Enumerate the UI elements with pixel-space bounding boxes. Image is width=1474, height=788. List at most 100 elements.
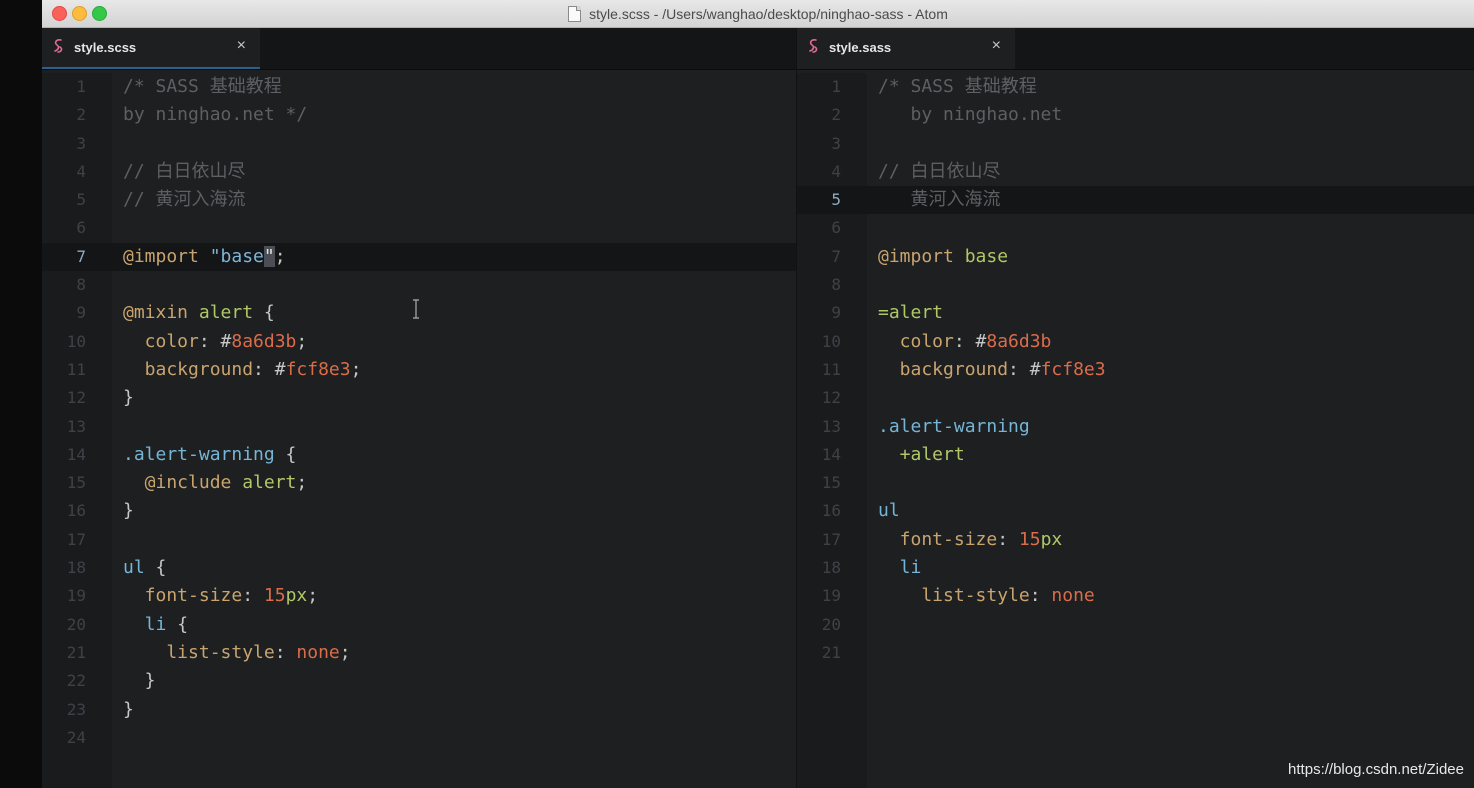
line-number: 7 [831, 246, 841, 266]
tab-style-scss[interactable]: style.scss × [42, 28, 260, 69]
string-token: "base [198, 245, 264, 267]
at-rule: @mixin [123, 302, 189, 324]
line-number: 8 [831, 275, 841, 295]
property-value: 8a6d3b [231, 330, 297, 352]
tab-bar-left: style.scss × [42, 28, 796, 70]
punctuation: : # [198, 330, 232, 352]
comment-text: /* SASS 基础教程 [878, 76, 1037, 97]
line-number: 10 [821, 331, 841, 351]
code-line: // 白日依山尽 [112, 158, 796, 186]
punctuation: : [274, 641, 297, 663]
code-line: list-style: none [867, 582, 1474, 610]
line-number: 13 [66, 416, 86, 436]
property-name: font-size [123, 585, 243, 607]
close-tab-icon[interactable]: × [992, 37, 1001, 55]
code-line: @include alert; [112, 469, 796, 497]
line-number: 15 [821, 473, 841, 493]
code-line: background: #fcf8e3 [867, 356, 1474, 384]
code-line: font-size: 15px; [112, 582, 796, 610]
code-line: list-style: none; [112, 639, 796, 667]
comment-text: 黄河入海流 [878, 189, 1001, 211]
tab-style-sass[interactable]: style.sass × [797, 28, 1015, 69]
punctuation: } [123, 670, 156, 692]
comment-text: /* SASS 基础教程 [123, 76, 282, 97]
line-number: 14 [66, 444, 86, 464]
property-value: fcf8e3 [285, 358, 351, 380]
text-cursor-ibeam-icon [413, 299, 419, 319]
property-value: none [1051, 585, 1095, 607]
punctuation: ; [350, 358, 362, 380]
at-rule: @import [123, 245, 199, 267]
line-number: 18 [821, 558, 841, 578]
comment-text: by ninghao.net */ [123, 104, 308, 126]
code-line: /* SASS 基础教程 [112, 73, 796, 101]
code-line: +alert [867, 441, 1474, 469]
line-number: 2 [831, 105, 841, 125]
window-title-wrap: style.scss - /Users/wanghao/desktop/ning… [42, 0, 1474, 27]
mixin-definition: =alert [878, 302, 944, 324]
code-line-current: @import "base"; [112, 242, 796, 272]
tag-selector: li [878, 557, 922, 579]
punctuation: : # [1008, 358, 1041, 380]
comment-text: // 黄河入海流 [123, 189, 246, 211]
line-number: 8 [76, 275, 86, 295]
line-number-gutter-right: 1 2 3 4 5 6 7 8 9 10 11 12 13 14 15 16 17 18 19 20 21 [797, 73, 867, 788]
line-number: 14 [821, 444, 841, 464]
code-line-current: 黄河入海流 [867, 186, 1474, 215]
code-line: by ninghao.net [867, 101, 1474, 129]
code-line: font-size: 15px [867, 526, 1474, 554]
property-name: list-style [123, 641, 275, 663]
code-line: } [112, 497, 796, 525]
line-number: 20 [66, 614, 86, 634]
tag-selector: li [123, 613, 167, 635]
line-number: 5 [797, 186, 867, 215]
property-name: list-style [878, 585, 1030, 607]
at-rule: @import [878, 245, 954, 267]
line-number: 11 [821, 359, 841, 379]
line-number: 19 [66, 586, 86, 606]
editor-pane-left[interactable]: style.scss × 1 2 3 4 5 6 7 8 9 10 11 12 13 14 15 16 17 18… [42, 28, 796, 788]
class-selector: .alert-warning [878, 415, 1030, 437]
code-line: =alert [867, 299, 1474, 327]
line-number: 21 [66, 642, 86, 662]
property-name: background [123, 358, 254, 380]
document-icon [568, 5, 582, 22]
sass-file-icon [809, 39, 818, 53]
unit-value: px [285, 585, 308, 607]
line-number: 20 [821, 614, 841, 634]
window-title: style.scss - /Users/wanghao/desktop/ning… [589, 5, 948, 22]
code-line: .alert-warning [867, 413, 1474, 441]
punctuation: { [166, 613, 189, 635]
line-number: 22 [66, 671, 86, 691]
atom-window: style.scss - /Users/wanghao/desktop/ning… [42, 0, 1474, 788]
line-numbers-right: 1 2 3 4 5 6 7 8 9 10 11 12 13 14 15 16 17 18 19 20 21 [797, 73, 867, 667]
code-line: background: #fcf8e3; [112, 356, 796, 384]
line-number: 4 [76, 161, 86, 181]
property-value: none [296, 641, 340, 663]
line-number: 12 [821, 388, 841, 408]
watermark-url: https://blog.csdn.net/Zidee [1288, 761, 1464, 778]
code-area-right[interactable]: /* SASS 基础教程 by ninghao.net // 白日依山尽 黄河入… [867, 73, 1474, 788]
code-area-left[interactable]: /* SASS 基础教程 by ninghao.net */ // 白日依山尽 … [112, 73, 796, 788]
line-number: 6 [831, 218, 841, 238]
editor-pane-right[interactable]: style.sass × 1 2 3 4 5 6 7 8 9 10 11 12 13 14 15 16 17 18… [797, 28, 1474, 788]
line-number: 23 [66, 699, 86, 719]
line-number: 3 [76, 133, 86, 153]
title-bar: style.scss - /Users/wanghao/desktop/ning… [42, 0, 1474, 28]
close-tab-icon[interactable]: × [237, 37, 246, 55]
code-line: } [112, 696, 796, 724]
property-value: 8a6d3b [986, 330, 1052, 352]
tab-label: style.sass [829, 40, 892, 55]
sass-file-icon [54, 39, 63, 53]
code-line: li { [112, 611, 796, 639]
punctuation: : [997, 528, 1019, 550]
code-line: // 黄河入海流 [112, 186, 796, 214]
